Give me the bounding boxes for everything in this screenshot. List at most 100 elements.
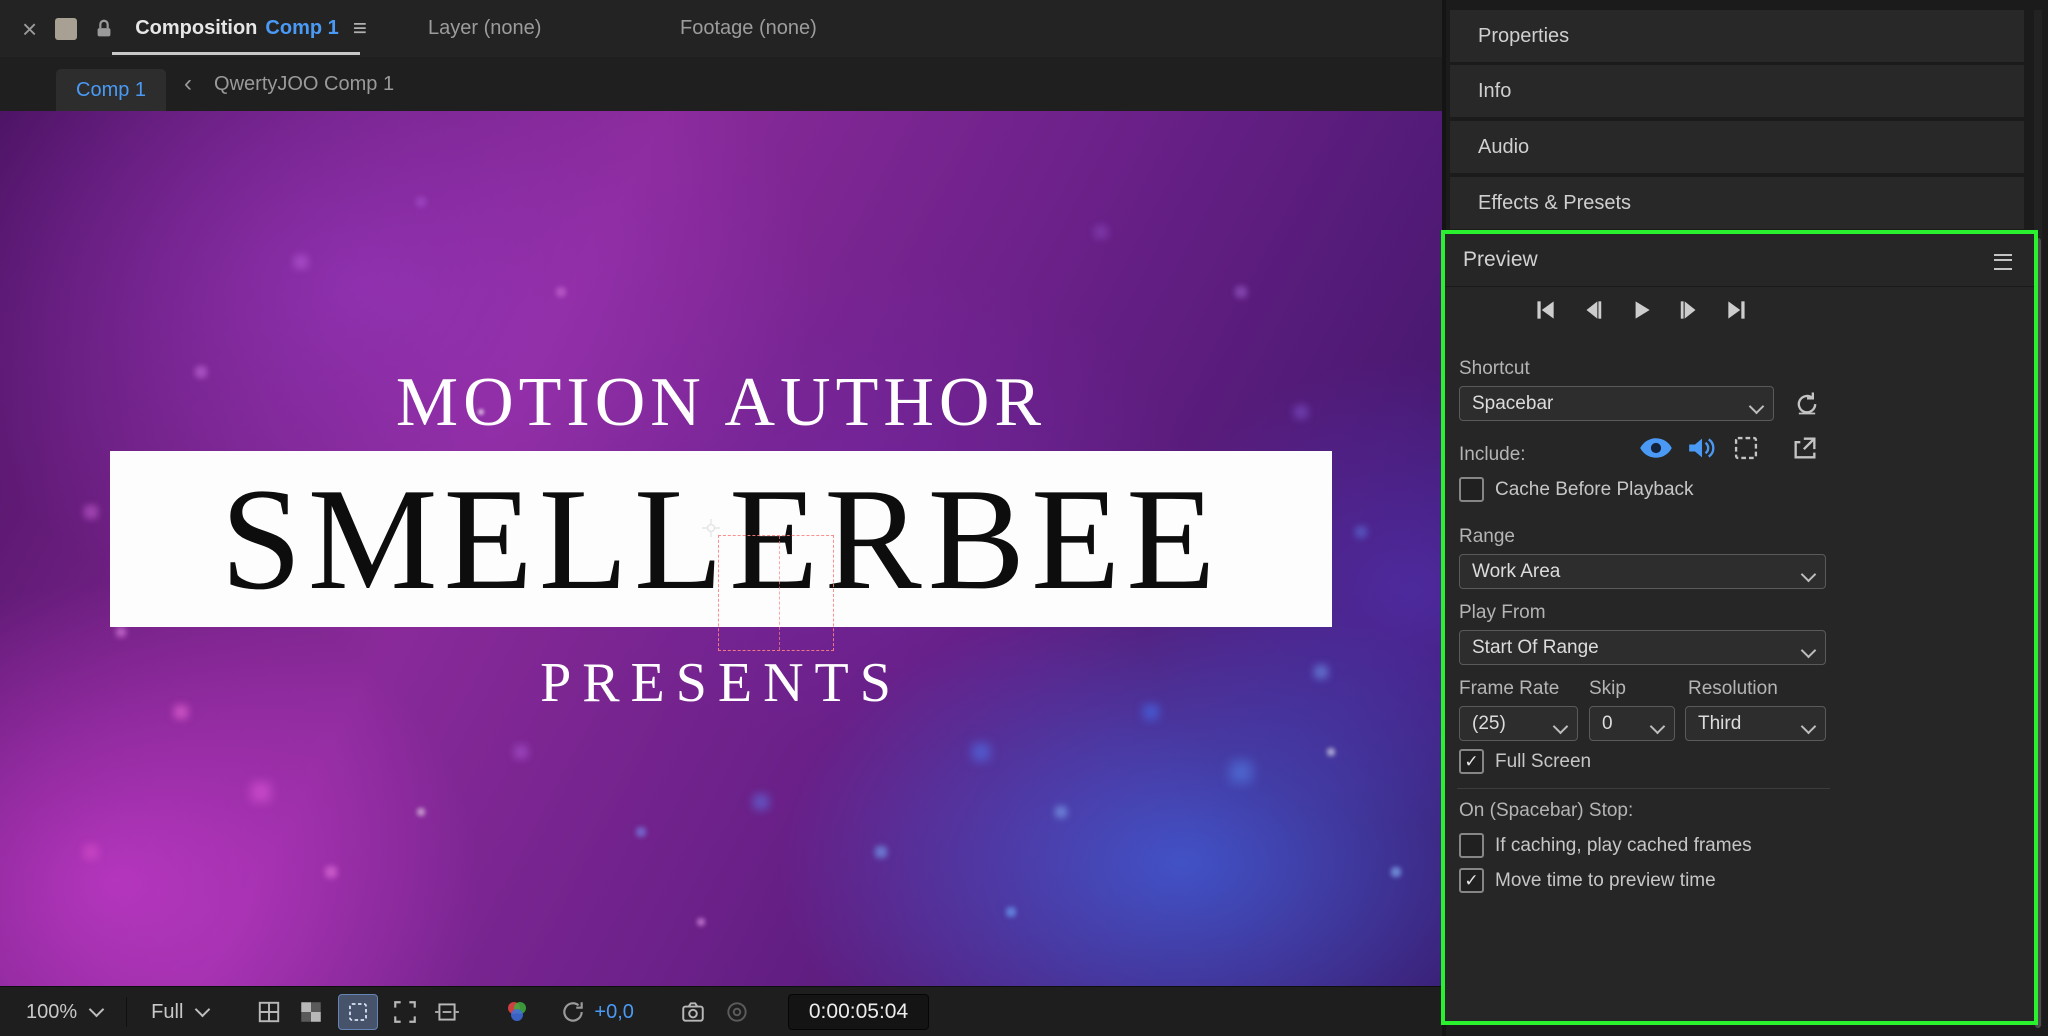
breadcrumb-parent-comp[interactable]: QwertyJOO Comp 1 <box>214 73 394 96</box>
skip-value: 0 <box>1602 713 1613 735</box>
include-toggles <box>1639 434 1820 462</box>
panel-menu-icon[interactable] <box>1994 254 2012 270</box>
anchor-point-icon[interactable] <box>702 519 720 537</box>
previous-frame-button[interactable] <box>1579 296 1607 324</box>
panel-menu-icon[interactable]: ≡ <box>353 15 367 43</box>
preview-panel-title: Preview <box>1463 248 1538 272</box>
preview-resolution-select[interactable]: Third <box>1685 706 1826 741</box>
tab-footage[interactable]: Footage (none) <box>680 0 817 57</box>
cache-before-playback-checkbox[interactable]: Cache Before Playback <box>1459 477 1694 502</box>
checkbox-box <box>1459 833 1484 858</box>
grid-guides-icon[interactable] <box>254 997 284 1027</box>
preview-resolution-value: Third <box>1698 713 1741 735</box>
region-of-interest-icon[interactable] <box>390 997 420 1027</box>
transport-controls <box>1531 296 1751 324</box>
skip-label: Skip <box>1589 678 1626 700</box>
pixel-aspect-icon[interactable] <box>432 997 462 1027</box>
move-time-checkbox[interactable]: ✓ Move time to preview time <box>1459 868 1716 893</box>
channels-icon[interactable] <box>502 997 532 1027</box>
panel-properties-label: Properties <box>1478 25 1569 48</box>
chevron-down-icon <box>1749 399 1765 415</box>
shortcut-value: Spacebar <box>1472 393 1553 415</box>
chevron-down-icon <box>1801 567 1817 583</box>
checkbox-label: Full Screen <box>1495 751 1591 773</box>
render-queue-icon[interactable] <box>1790 434 1820 462</box>
panel-info-label: Info <box>1478 80 1511 103</box>
include-label: Include: <box>1459 444 1526 466</box>
chevron-down-icon <box>1553 719 1569 735</box>
panel-properties[interactable]: Properties <box>1450 10 2024 62</box>
video-eye-icon[interactable] <box>1639 436 1673 460</box>
full-screen-checkbox[interactable]: ✓ Full Screen <box>1459 749 1591 774</box>
active-tab-underline <box>112 52 360 55</box>
checkbox-box <box>1459 477 1484 502</box>
section-divider <box>1457 788 1830 789</box>
checkbox-box: ✓ <box>1459 749 1484 774</box>
tab-layer-label: Layer (none) <box>428 17 541 40</box>
lock-icon[interactable] <box>93 18 115 40</box>
reset-exposure-icon[interactable] <box>558 997 588 1027</box>
comp-navigator-bar: Comp 1 ‹ QwertyJOO Comp 1 <box>0 57 1442 112</box>
snapshot-icon[interactable] <box>678 997 708 1027</box>
play-from-label: Play From <box>1459 602 1546 624</box>
play-from-value: Start Of Range <box>1472 637 1599 659</box>
chevron-down-icon <box>89 1002 105 1018</box>
next-frame-button[interactable] <box>1675 296 1703 324</box>
tab-composition-comp-name[interactable]: Comp 1 <box>265 17 338 40</box>
title-line-top: MOTION AUTHOR <box>0 363 1442 443</box>
after-effects-window: × Composition Comp 1 ≡ Layer (none) Foot… <box>0 0 2048 1036</box>
resolution-label: Resolution <box>1688 678 1778 700</box>
frame-rate-select[interactable]: (25) <box>1459 706 1578 741</box>
composition-viewport[interactable]: MOTION AUTHOR SMELLERBEE PRESENTS <box>0 111 1442 986</box>
shortcut-select[interactable]: Spacebar <box>1459 386 1774 421</box>
checkbox-label: Move time to preview time <box>1495 870 1716 892</box>
checkbox-label: Cache Before Playback <box>1495 479 1694 501</box>
play-from-select[interactable]: Start Of Range <box>1459 630 1826 665</box>
exposure-value[interactable]: +0,0 <box>594 1001 633 1024</box>
skip-select[interactable]: 0 <box>1589 706 1675 741</box>
shortcut-label: Shortcut <box>1459 358 1530 380</box>
bokeh-particles <box>0 111 2 113</box>
play-button[interactable] <box>1627 296 1655 324</box>
tab-layer[interactable]: Layer (none) <box>428 0 541 57</box>
range-select[interactable]: Work Area <box>1459 554 1826 589</box>
audio-speaker-icon[interactable] <box>1686 434 1718 462</box>
overlays-layer-controls-icon[interactable] <box>1731 434 1761 462</box>
panel-audio-label: Audio <box>1478 136 1529 159</box>
timecode-value: 0:00:05:04 <box>809 1000 908 1024</box>
comp-mini-tab-label: Comp 1 <box>76 79 146 102</box>
go-to-start-button[interactable] <box>1531 296 1559 324</box>
timecode-field[interactable]: 0:00:05:04 <box>788 994 929 1030</box>
tab-composition-label[interactable]: Composition <box>135 17 257 40</box>
panel-info[interactable]: Info <box>1450 65 2024 117</box>
mask-visibility-icon[interactable] <box>338 994 378 1030</box>
preview-panel: Preview Shortcut Spacebar <box>1441 230 2038 1025</box>
toolbar-divider <box>126 997 127 1027</box>
viewer-toolbar: 100% Full +0,0 <box>0 986 1442 1036</box>
panel-effects-presets-label: Effects & Presets <box>1478 192 1631 215</box>
layer-selection-box[interactable] <box>718 535 834 651</box>
panel-audio[interactable]: Audio <box>1450 121 2024 173</box>
reset-shortcut-icon[interactable] <box>1793 389 1821 417</box>
frame-rate-value: (25) <box>1472 713 1506 735</box>
comp-mini-tab[interactable]: Comp 1 <box>56 69 166 111</box>
frame-rate-label: Frame Rate <box>1459 678 1559 700</box>
zoom-value: 100% <box>26 1001 77 1024</box>
chevron-down-icon <box>1801 719 1817 735</box>
resolution-select[interactable]: Full <box>151 1001 208 1024</box>
show-snapshot-icon[interactable] <box>722 997 752 1027</box>
chevron-down-icon <box>1801 643 1817 659</box>
title-line-bottom: PRESENTS <box>0 651 1442 715</box>
panel-effects-presets[interactable]: Effects & Presets <box>1450 177 2024 229</box>
breadcrumb-back-icon[interactable]: ‹ <box>184 70 192 98</box>
resolution-value: Full <box>151 1001 183 1024</box>
go-to-end-button[interactable] <box>1723 296 1751 324</box>
panel-color-icon <box>55 18 77 40</box>
range-value: Work Area <box>1472 561 1560 583</box>
zoom-select[interactable]: 100% <box>26 1001 102 1024</box>
preview-panel-header[interactable]: Preview <box>1445 234 2034 287</box>
transparency-grid-icon[interactable] <box>296 997 326 1027</box>
checkbox-label: If caching, play cached frames <box>1495 835 1752 857</box>
close-panel-icon[interactable]: × <box>22 16 37 42</box>
if-caching-checkbox[interactable]: If caching, play cached frames <box>1459 833 1752 858</box>
